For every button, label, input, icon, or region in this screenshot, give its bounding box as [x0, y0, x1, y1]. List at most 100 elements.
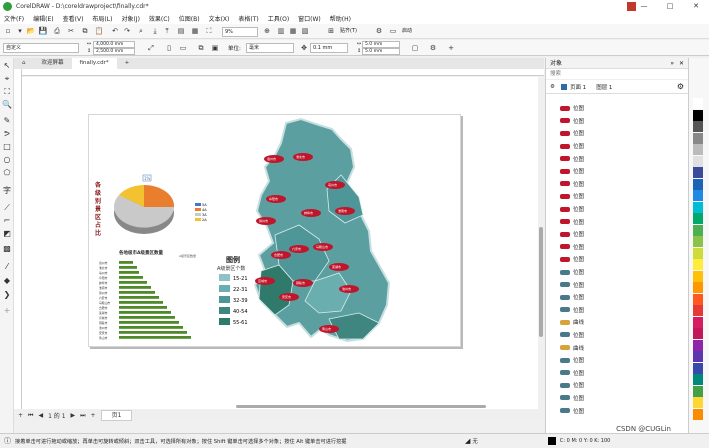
- menu-tools[interactable]: 工具(O): [268, 14, 289, 23]
- new-tab-button[interactable]: +: [117, 58, 138, 69]
- snap-to-dropdown[interactable]: 贴齐(T): [338, 27, 368, 37]
- palette-swatch[interactable]: [693, 213, 703, 224]
- add-page-button[interactable]: +: [18, 412, 23, 419]
- palette-swatch[interactable]: [693, 167, 703, 178]
- page-tab-1[interactable]: 页1: [100, 410, 133, 421]
- search-content-icon[interactable]: ⌕: [136, 26, 146, 36]
- object-list-item[interactable]: 位图: [560, 190, 670, 203]
- polygon-tool-icon[interactable]: ⬠: [2, 168, 12, 178]
- paste-icon[interactable]: 📋: [94, 26, 104, 36]
- palette-swatch[interactable]: [693, 351, 703, 362]
- anhui-map[interactable]: 宿州市 淮北市亳州市阜阳市蚌埠市 淮南市滁州市六安市 马鞍山市合肥市芜湖市宣城市 铜陵市…: [253, 117, 391, 343]
- object-list-item[interactable]: 位图: [560, 228, 670, 241]
- palette-swatch[interactable]: [693, 236, 703, 247]
- redo-icon[interactable]: ↷: [122, 26, 132, 36]
- tab-welcome[interactable]: 欢迎屏幕: [34, 58, 72, 69]
- palette-swatch[interactable]: [693, 374, 703, 385]
- fill-color-icon[interactable]: ◢: [465, 437, 470, 445]
- duplicate-y-field[interactable]: 5.0 mm: [362, 48, 400, 55]
- object-list-item[interactable]: 位图: [560, 140, 670, 153]
- palette-swatch[interactable]: [693, 328, 703, 339]
- object-list-item[interactable]: 位图: [560, 102, 670, 115]
- app-launcher-icon[interactable]: ▦: [190, 26, 200, 36]
- horizontal-ruler[interactable]: [22, 69, 544, 76]
- new-document-icon[interactable]: ▫: [3, 26, 13, 36]
- options-gear-icon[interactable]: ⚙: [374, 26, 384, 36]
- menu-file[interactable]: 文件(F): [4, 14, 24, 23]
- nudge-distance-field[interactable]: 0.1 mm: [310, 43, 348, 53]
- page-preset-select[interactable]: 自定义: [3, 43, 79, 53]
- menu-text[interactable]: 文本(X): [209, 14, 230, 23]
- all-pages-size-icon[interactable]: ⧉: [196, 43, 206, 53]
- object-list-item[interactable]: 曲线: [560, 341, 670, 354]
- pie-chart[interactable]: 1%: [114, 174, 175, 234]
- page-1-item[interactable]: 页面 1: [570, 83, 586, 91]
- freehand-tool-icon[interactable]: ✎: [2, 116, 12, 126]
- palette-swatch[interactable]: [693, 270, 703, 282]
- menu-bitmap[interactable]: 位图(B): [179, 14, 200, 23]
- menu-layout[interactable]: 布局(L): [92, 14, 112, 23]
- palette-swatch[interactable]: [693, 121, 703, 132]
- object-list-item[interactable]: 位图: [560, 215, 670, 228]
- docker-close-icon[interactable]: ✕: [679, 58, 684, 69]
- copy-icon[interactable]: ⧉: [80, 26, 90, 36]
- connector-tool-icon[interactable]: ⌐: [2, 216, 12, 226]
- last-page-button[interactable]: ⏭: [80, 412, 85, 420]
- import-icon[interactable]: ⤓: [150, 26, 160, 36]
- add-tool-icon[interactable]: +: [2, 306, 12, 316]
- menu-table[interactable]: 表格(T): [238, 14, 258, 23]
- drop-shadow-tool-icon[interactable]: ◩: [2, 229, 12, 239]
- object-list-item[interactable]: 位图: [560, 253, 670, 266]
- palette-swatch[interactable]: [693, 155, 703, 167]
- add-page-end-button[interactable]: +: [91, 412, 96, 419]
- object-list-item[interactable]: 位图: [560, 379, 670, 392]
- palette-swatch[interactable]: [693, 293, 703, 305]
- portrait-icon[interactable]: ▯: [164, 43, 174, 53]
- tab-finally-cdr[interactable]: finally.cdr*: [71, 58, 117, 69]
- object-list-item[interactable]: 位图: [560, 241, 670, 254]
- interactive-fill-tool-icon[interactable]: ◆: [2, 276, 12, 286]
- object-list-item[interactable]: 位图: [560, 266, 670, 279]
- add-icon[interactable]: +: [446, 43, 456, 53]
- object-list-item[interactable]: 位图: [560, 165, 670, 178]
- palette-swatch[interactable]: [693, 282, 703, 293]
- objects-search-input[interactable]: 搜索: [546, 69, 688, 80]
- close-button[interactable]: ✕: [683, 0, 709, 13]
- artistic-media-tool-icon[interactable]: ᕗ: [2, 129, 12, 139]
- palette-swatch[interactable]: [693, 178, 703, 190]
- object-list-item[interactable]: 位图: [560, 291, 670, 304]
- horizontal-scrollbar[interactable]: [158, 404, 544, 409]
- undo-icon[interactable]: ↶: [110, 26, 120, 36]
- object-list-item[interactable]: 位图: [560, 127, 670, 140]
- object-list-item[interactable]: 位图: [560, 115, 670, 128]
- layer-1-item[interactable]: 图层 1: [596, 83, 612, 91]
- palette-swatch[interactable]: [693, 98, 703, 109]
- object-list-item[interactable]: 位图: [560, 366, 670, 379]
- palette-swatch[interactable]: [693, 247, 703, 259]
- landscape-icon[interactable]: ▭: [178, 43, 188, 53]
- document-page[interactable]: 1% 各 级 别 景 区 占 比 5A 4A 3A 2A 各地级市A级景区数量 …: [88, 114, 461, 347]
- snap-icon[interactable]: ⊞: [326, 26, 336, 36]
- save-icon[interactable]: 💾: [38, 26, 48, 36]
- tab-home-icon[interactable]: ⌂: [14, 58, 34, 69]
- print-icon[interactable]: ⎙: [52, 26, 62, 36]
- menu-help[interactable]: 帮助(H): [330, 14, 351, 23]
- palette-swatch[interactable]: [693, 385, 703, 397]
- palette-swatch[interactable]: [693, 362, 703, 374]
- zoom-one-shot-icon[interactable]: ⊕: [262, 26, 272, 36]
- menu-edit[interactable]: 编辑(E): [33, 14, 53, 23]
- docker-collapse-icon[interactable]: »: [670, 58, 674, 69]
- current-page-size-icon[interactable]: ▣: [210, 43, 220, 53]
- object-list-item[interactable]: 位图: [560, 203, 670, 216]
- all-pages-icon[interactable]: ⤢: [146, 43, 156, 53]
- launch-dropdown[interactable]: 启动: [400, 27, 428, 37]
- object-list-item[interactable]: 位图: [560, 304, 670, 317]
- palette-swatch[interactable]: [693, 144, 703, 155]
- first-page-button[interactable]: ⏮: [28, 412, 33, 420]
- object-list-item[interactable]: 位图: [560, 152, 670, 165]
- zoom-level-select[interactable]: 9%: [222, 27, 258, 37]
- pick-tool-icon[interactable]: ↖: [2, 61, 12, 71]
- open-icon[interactable]: 📂: [26, 26, 36, 36]
- panel-settings-gear-icon[interactable]: ⚙: [677, 82, 684, 91]
- object-list-item[interactable]: 位图: [560, 278, 670, 291]
